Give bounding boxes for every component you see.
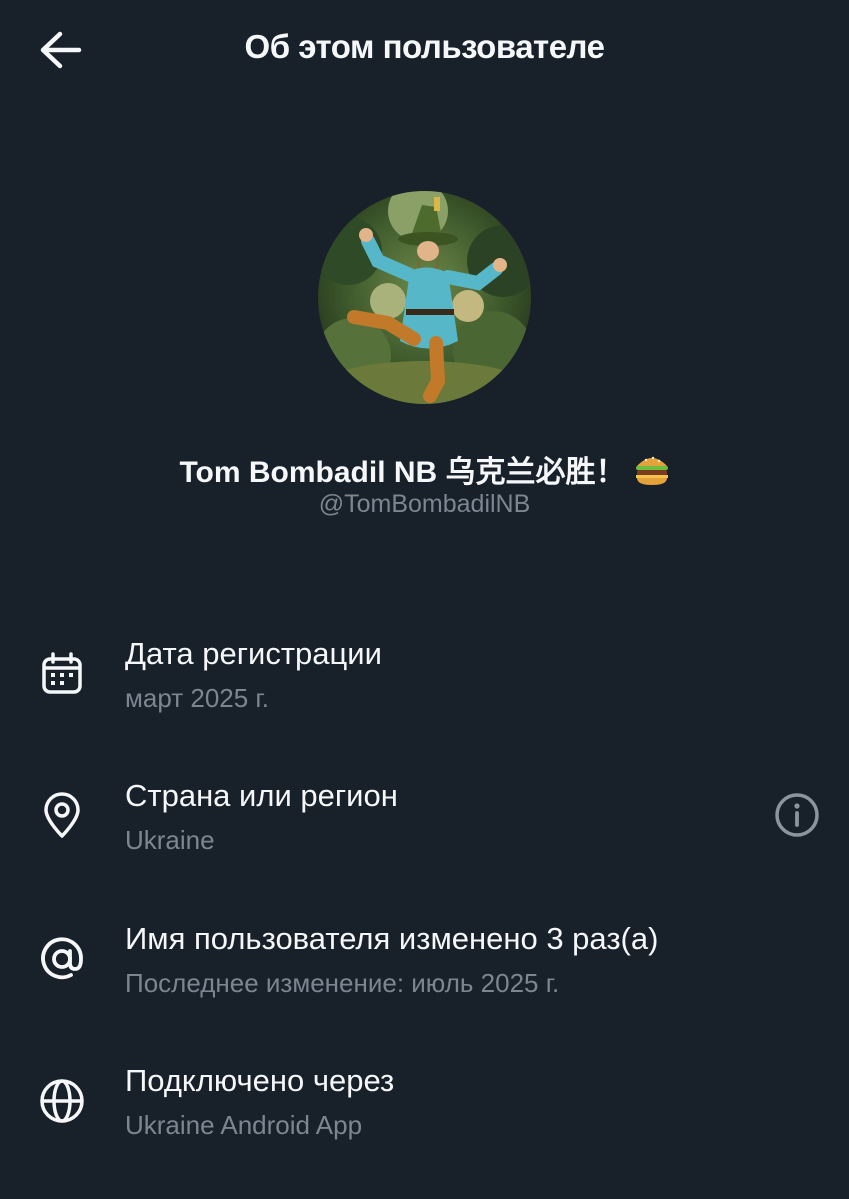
connected-via-row: Подключено через Ukraine Android App [0,1053,849,1163]
registration-date-value: март 2025 г. [125,683,269,713]
username-changes-value: Последнее изменение: июль 2025 г. [125,968,560,998]
display-name: Tom Bombadil NB 乌克兰必胜！ [0,447,849,494]
country-info-button[interactable] [770,790,824,844]
username-changes-label: Имя пользователя изменено 3 раз(а) [125,921,659,956]
country-row: Страна или регион Ukraine [0,768,849,878]
username-handle: @TomBombadilNB [318,490,531,518]
location-pin-icon [36,790,88,842]
username-changes-row: Имя пользователя изменено 3 раз(а) После… [0,911,849,1021]
calendar-icon [36,648,88,700]
globe-icon [36,1075,88,1127]
country-label: Страна или регион [125,778,398,813]
at-sign-icon [36,933,88,985]
page-title: Об этом пользователе [244,28,605,65]
avatar[interactable] [318,191,531,404]
connected-via-label: Подключено через [125,1063,395,1098]
registration-date-row: Дата регистрации март 2025 г. [0,626,849,736]
burger-icon [634,452,670,494]
display-name-text: Tom Bombadil NB 乌克兰必胜！ [179,456,626,489]
top-app-bar: Об этом пользователе [0,0,849,104]
registration-date-label: Дата регистрации [125,636,382,671]
info-icon [773,791,821,844]
connected-via-value: Ukraine Android App [125,1110,363,1140]
country-value: Ukraine [125,825,215,855]
